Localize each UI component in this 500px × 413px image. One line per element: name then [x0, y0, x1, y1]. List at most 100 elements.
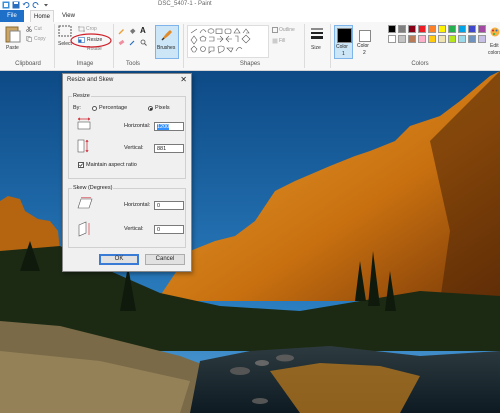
- color-swatch[interactable]: [408, 25, 416, 33]
- copy-button[interactable]: Copy: [34, 36, 46, 42]
- color-swatch[interactable]: [448, 35, 456, 43]
- horizontal-resize-icon: [77, 117, 91, 130]
- color-swatch[interactable]: [478, 35, 486, 43]
- skew-horizontal-label: Horizontal:: [124, 202, 151, 208]
- undo-icon[interactable]: [22, 1, 30, 9]
- edit-colors-button[interactable]: Edit: [490, 43, 499, 49]
- tools-group-label: Tools: [125, 61, 140, 67]
- color-swatch[interactable]: [398, 25, 406, 33]
- separator: [54, 24, 55, 68]
- brushes-label: Brushes: [157, 45, 176, 51]
- colors-group-label: Colors: [411, 61, 429, 67]
- paint-app-icon: [2, 1, 10, 9]
- color-swatch[interactable]: [398, 35, 406, 43]
- tab-home[interactable]: Home: [30, 10, 54, 22]
- highlight-ellipse: [70, 33, 112, 48]
- ribbon-tabs: File Home View: [0, 10, 500, 22]
- outline-button[interactable]: Outline: [279, 27, 295, 33]
- dialog-title: Resize and Skew: [67, 77, 114, 83]
- check-icon: [79, 163, 83, 167]
- horizontal-label: Horizontal:: [124, 123, 151, 129]
- separator: [330, 24, 331, 68]
- color1-swatch: [337, 28, 352, 43]
- color-swatch[interactable]: [458, 25, 466, 33]
- resize-legend: Resize: [72, 93, 91, 99]
- paste-button[interactable]: Paste: [6, 45, 19, 51]
- skew-legend: Skew (Degrees): [72, 185, 114, 191]
- color-swatch[interactable]: [428, 25, 436, 33]
- paste-icon[interactable]: [5, 25, 21, 43]
- resize-fieldset: Resize By: Percentage Pixels Horizontal:…: [68, 93, 186, 179]
- horizontal-value: 1200: [157, 124, 170, 130]
- separator: [183, 24, 184, 68]
- window-title: DSC_5407-1 - Paint: [158, 1, 212, 7]
- copy-icon[interactable]: [26, 36, 32, 42]
- cancel-button[interactable]: Cancel: [145, 254, 185, 265]
- shapes-gallery[interactable]: [187, 25, 269, 58]
- color-swatch[interactable]: [458, 35, 466, 43]
- maintain-aspect-checkbox[interactable]: [78, 162, 84, 168]
- color-swatch[interactable]: [388, 25, 396, 33]
- color-swatch[interactable]: [428, 35, 436, 43]
- size-icon[interactable]: [310, 26, 324, 40]
- color2-button[interactable]: Color 2: [356, 25, 375, 59]
- color1-sub: 1: [342, 51, 345, 57]
- edit-colors-sub: colors: [488, 50, 500, 56]
- fill-icon[interactable]: [129, 28, 136, 35]
- vertical-resize-icon: [77, 139, 89, 153]
- percentage-label[interactable]: Percentage: [99, 105, 127, 111]
- crop-button[interactable]: Crop: [86, 26, 97, 32]
- color-swatch[interactable]: [478, 25, 486, 33]
- color-swatch[interactable]: [468, 35, 476, 43]
- color-swatch[interactable]: [418, 35, 426, 43]
- vertical-label: Vertical:: [124, 145, 144, 151]
- outline-icon[interactable]: [272, 27, 278, 33]
- save-icon[interactable]: [12, 1, 20, 9]
- maintain-aspect-label[interactable]: Maintain aspect ratio: [86, 162, 137, 168]
- skew-fieldset: Skew (Degrees) Horizontal: 0 Vertical: 0: [68, 185, 186, 248]
- percentage-radio[interactable]: [92, 106, 97, 111]
- ok-button[interactable]: OK: [99, 254, 139, 265]
- cut-icon[interactable]: [26, 26, 32, 32]
- magnifier-icon[interactable]: [140, 39, 147, 46]
- vertical-skew-icon: [78, 221, 90, 237]
- brush-icon: [161, 30, 172, 41]
- clipboard-group-label: Clipboard: [15, 61, 41, 67]
- color-swatch[interactable]: [408, 35, 416, 43]
- fill-shape-icon[interactable]: [272, 38, 278, 44]
- shapes-group-label: Shapes: [239, 61, 261, 67]
- tab-file[interactable]: File: [0, 10, 24, 22]
- color-swatch[interactable]: [468, 25, 476, 33]
- shapes-gallery-icons: [190, 27, 251, 54]
- color1-button[interactable]: Color 1: [334, 25, 353, 59]
- size-button[interactable]: Size: [311, 45, 321, 51]
- ribbon: Paste Cut Copy Clipboard Select Crop Res…: [0, 22, 500, 71]
- brushes-button[interactable]: Brushes: [155, 25, 179, 59]
- crop-icon[interactable]: [78, 26, 85, 32]
- color-picker-icon[interactable]: [129, 39, 136, 46]
- redo-icon[interactable]: [32, 1, 40, 9]
- customize-quick-access-icon[interactable]: [42, 1, 50, 9]
- eraser-icon[interactable]: [118, 39, 125, 46]
- color-swatch[interactable]: [438, 35, 446, 43]
- color-swatch[interactable]: [388, 35, 396, 43]
- skew-horizontal-input[interactable]: 0: [154, 201, 184, 210]
- pixels-radio[interactable]: [148, 106, 153, 111]
- color1-label: Color: [336, 44, 348, 50]
- edit-colors-icon[interactable]: [490, 27, 500, 37]
- color-swatch[interactable]: [448, 25, 456, 33]
- image-group-label: Image: [76, 61, 94, 67]
- by-label: By:: [73, 105, 81, 111]
- horizontal-input[interactable]: 1200: [154, 122, 184, 131]
- pixels-label[interactable]: Pixels: [155, 105, 170, 111]
- pencil-icon[interactable]: [118, 28, 125, 35]
- fill-button[interactable]: Fill: [279, 38, 285, 44]
- tab-view[interactable]: View: [62, 10, 75, 22]
- cut-button[interactable]: Cut: [34, 26, 42, 32]
- skew-vertical-input[interactable]: 0: [154, 225, 184, 234]
- vertical-input[interactable]: 881: [154, 144, 184, 153]
- color-swatch[interactable]: [438, 25, 446, 33]
- close-button[interactable]: ✕: [180, 75, 187, 84]
- color-swatch[interactable]: [418, 25, 426, 33]
- text-icon[interactable]: A: [140, 26, 146, 35]
